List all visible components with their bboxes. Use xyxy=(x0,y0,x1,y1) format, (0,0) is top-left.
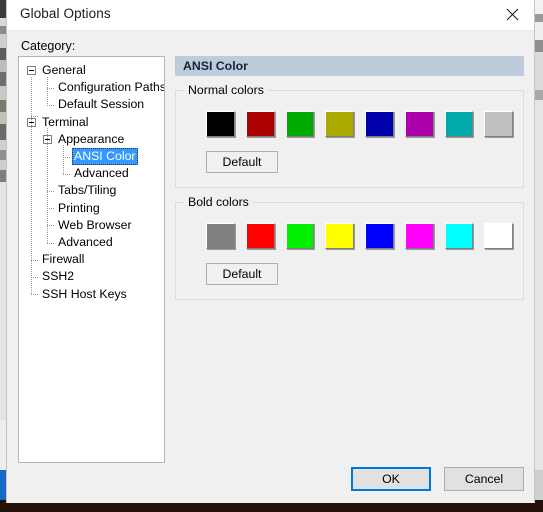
bold-colors-group: Bold colors Default xyxy=(175,195,524,300)
bold-color-swatch-3[interactable] xyxy=(325,223,354,249)
tree-collapse-icon[interactable] xyxy=(27,66,36,75)
global-options-dialog: Global Options Category: General Configur… xyxy=(6,0,535,503)
normal-color-swatch-3[interactable] xyxy=(325,111,354,137)
normal-default-button[interactable]: Default xyxy=(206,151,278,173)
tree-guide-line xyxy=(31,76,32,295)
tree-guide-line xyxy=(63,173,71,175)
tree-item-label: Web Browser xyxy=(58,217,132,232)
tree-item-ansi-color[interactable]: ANSI Color xyxy=(19,148,164,166)
tree-guide-line xyxy=(47,242,55,244)
tree-item-advanced[interactable]: Advanced xyxy=(19,165,164,182)
normal-colors-swatch-row xyxy=(186,111,513,137)
tree-item-appearance[interactable]: Appearance xyxy=(19,131,164,148)
tree-item-label: Appearance xyxy=(58,131,125,146)
tree-guide-line xyxy=(31,259,39,261)
background-window-right-sliver xyxy=(535,0,543,512)
tree-guide-line xyxy=(47,76,48,105)
tree-item-terminal[interactable]: Terminal xyxy=(19,114,164,131)
tree-guide-line xyxy=(47,225,55,227)
dialog-body: Category: General Configuration Paths Defa… xyxy=(7,31,534,503)
tree-item-general[interactable]: General xyxy=(19,62,164,79)
tree-item-label: Firewall xyxy=(42,252,85,267)
tree-item-label: Default Session xyxy=(58,97,145,112)
page-title: ANSI Color xyxy=(175,56,524,76)
bold-color-swatch-7[interactable] xyxy=(484,223,513,249)
tree-guide-line xyxy=(31,116,39,118)
tree-item-label: ANSI Color xyxy=(72,148,138,166)
tree-item-firewall[interactable]: Firewall xyxy=(19,251,164,268)
category-label: Category: xyxy=(21,39,76,53)
tree-item-label: Tabs/Tiling xyxy=(58,183,117,198)
bold-color-swatch-2[interactable] xyxy=(285,223,315,249)
tree-item-configuration-paths[interactable]: Configuration Paths xyxy=(19,79,164,96)
tree-item-label: Advanced xyxy=(74,166,129,181)
normal-color-swatch-7[interactable] xyxy=(484,111,513,137)
bold-color-swatch-0[interactable] xyxy=(206,223,235,249)
normal-color-swatch-0[interactable] xyxy=(206,111,235,137)
settings-panel: ANSI Color Normal colors Default Bold co… xyxy=(175,56,524,463)
ok-button[interactable]: OK xyxy=(351,467,431,491)
footer-buttons: OK Cancel xyxy=(351,467,524,491)
tree-guide-line xyxy=(47,208,55,210)
tree-guide-line xyxy=(31,294,39,296)
tree-guide-line xyxy=(63,145,64,174)
bold-color-swatch-1[interactable] xyxy=(245,223,275,249)
tree-item-label: Advanced xyxy=(58,235,113,249)
category-tree[interactable]: General Configuration Paths Default Sessio… xyxy=(18,56,165,463)
title-bar: Global Options xyxy=(7,0,534,31)
normal-colors-group: Normal colors Default xyxy=(175,83,524,188)
normal-color-swatch-6[interactable] xyxy=(444,111,474,137)
tree-item-ssh-host-keys[interactable]: SSH Host Keys xyxy=(19,286,164,303)
tree-guide-line xyxy=(47,87,55,89)
close-icon[interactable] xyxy=(490,0,534,29)
normal-color-swatch-1[interactable] xyxy=(245,111,275,137)
tree-item-ssh2[interactable]: SSH2 xyxy=(19,268,164,285)
window-title: Global Options xyxy=(20,6,111,21)
bold-color-swatch-4[interactable] xyxy=(365,223,394,249)
tree-item-default-session[interactable]: Default Session xyxy=(19,96,164,113)
normal-color-swatch-4[interactable] xyxy=(365,111,394,137)
tree-item-label: Configuration Paths xyxy=(58,80,165,95)
bold-colors-title: Bold colors xyxy=(184,195,253,209)
tree-item-printing[interactable]: Printing xyxy=(19,200,164,217)
cancel-button[interactable]: Cancel xyxy=(444,467,524,491)
tree-item-web-browser[interactable]: Web Browser xyxy=(19,217,164,234)
normal-color-swatch-5[interactable] xyxy=(404,111,434,137)
tree-guide-line xyxy=(31,277,39,278)
tree-guide-line xyxy=(63,156,71,158)
tree-guide-line xyxy=(47,105,55,106)
tree-item-label: Printing xyxy=(58,200,100,215)
bold-default-button[interactable]: Default xyxy=(206,263,278,285)
tree-item-advanced[interactable]: Advanced xyxy=(19,234,164,251)
bold-color-swatch-6[interactable] xyxy=(444,223,474,249)
tree-item-label: SSH2 xyxy=(42,269,75,284)
normal-colors-title: Normal colors xyxy=(184,83,268,97)
tree-item-tabs-tiling[interactable]: Tabs/Tiling xyxy=(19,182,164,199)
bold-colors-swatch-row xyxy=(186,223,513,249)
tree-item-label: SSH Host Keys xyxy=(42,286,127,301)
bold-color-swatch-5[interactable] xyxy=(404,223,434,249)
normal-color-swatch-2[interactable] xyxy=(285,111,315,137)
tree-guide-line xyxy=(47,191,55,192)
